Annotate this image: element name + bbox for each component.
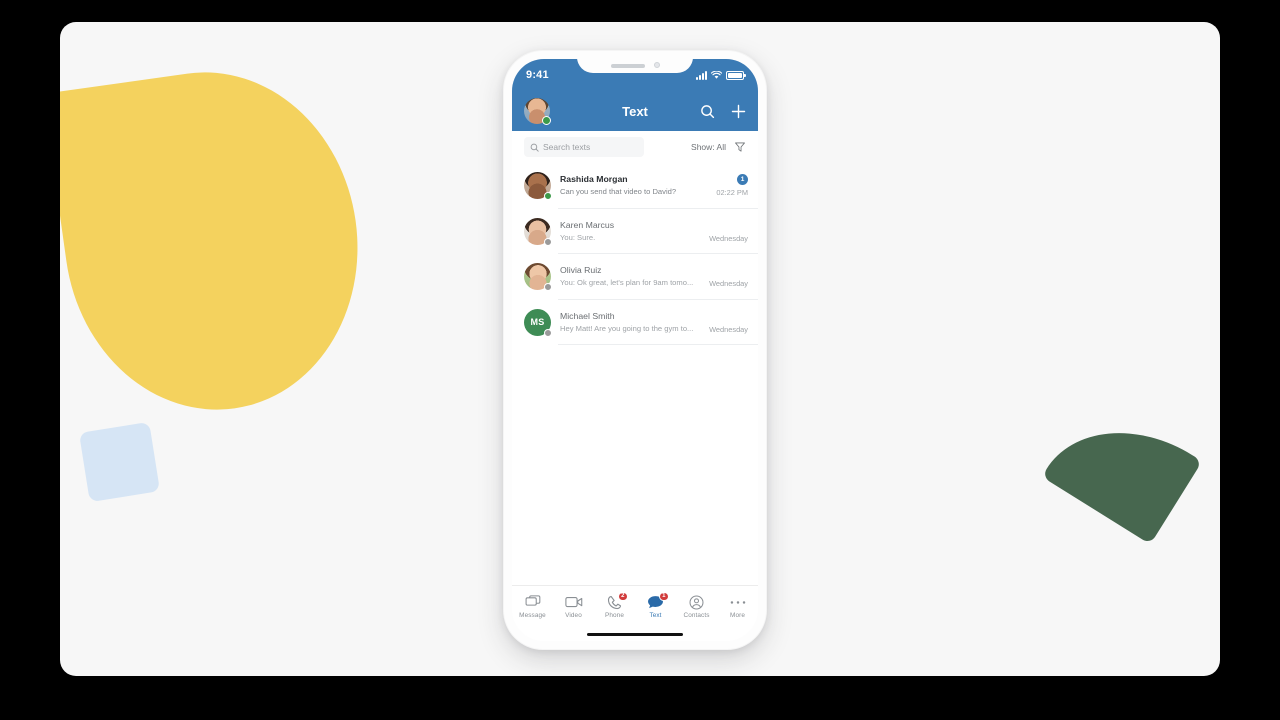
presence-indicator-offline [544,237,552,246]
timestamp: Wednesday [709,279,748,289]
message-preview: Can you send that video to David? [560,187,677,197]
search-icon [530,143,539,152]
timestamp: 02:22 PM [716,188,748,198]
conversation-meta: Wednesday [708,265,748,288]
presence-indicator-offline [544,283,552,292]
contact-name: Karen Marcus [560,219,615,230]
conversation-meta: 1 02:22 PM [708,174,748,197]
search-row: Search texts Show: All [512,131,758,163]
table-row[interactable]: Rashida Morgan Can you send that video t… [512,163,758,209]
search-icon[interactable] [700,104,715,119]
tab-label: Message [519,611,546,619]
tab-text[interactable]: 1 Text [635,586,676,627]
conversation-meta: Wednesday [708,220,748,243]
tab-message[interactable]: Message [512,586,553,627]
conversation-text: Michael Smith Hey Matt! Are you going to… [560,311,708,334]
tab-label: Phone [605,611,624,619]
table-row[interactable]: Karen Marcus You: Sure. Wednesday [512,209,758,255]
tab-label: Contacts [683,611,710,619]
tab-badge: 2 [618,591,628,601]
tab-label: More [730,611,745,619]
cellular-bars-icon [696,70,707,80]
header-actions [700,104,746,119]
phone-handset-icon: 2 [606,591,628,610]
conversation-list[interactable]: Rashida Morgan Can you send that video t… [512,163,758,585]
filter-icon[interactable] [734,141,746,153]
status-bar-time: 9:41 [526,69,549,81]
ellipsis-icon [729,595,747,610]
app-header: Text [512,91,758,131]
tab-badge: 1 [659,591,669,601]
search-placeholder-text: Search texts [543,142,591,152]
tab-label: Video [565,611,582,619]
timestamp: Wednesday [709,233,748,243]
contact-name: Rashida Morgan [560,174,628,185]
presence-indicator-online [544,192,552,201]
conversation-text: Rashida Morgan Can you send that video t… [560,174,708,197]
battery-full-icon [726,70,746,80]
timestamp: Wednesday [709,324,748,334]
tab-video[interactable]: Video [553,586,594,627]
phone-mockup: 9:41 Text Search texts Show: All Rashida… [503,50,767,650]
table-row[interactable]: MS Michael Smith Hey Matt! Are you going… [512,300,758,346]
table-row[interactable]: Olivia Ruiz You: Ok great, let's plan fo… [512,254,758,300]
search-input[interactable]: Search texts [524,137,644,157]
home-indicator [512,627,758,641]
header-user-avatar[interactable] [524,98,551,125]
tab-label: Text [649,611,662,619]
decorative-green-fan [1041,393,1203,545]
status-bar-icons [696,70,746,80]
message-preview: Hey Matt! Are you going to the gym to... [560,323,694,333]
tab-more[interactable]: More [717,586,758,627]
show-filter-label[interactable]: Show: All [691,142,726,152]
front-camera-icon [653,62,660,68]
message-preview: You: Ok great, let's plan for 9am tomo..… [560,278,694,288]
earpiece-speaker [610,64,645,68]
decorative-yellow-teardrop [60,53,380,429]
bottom-tab-bar: Message Video 2 Phone 1 Text Contacts Mo… [512,585,758,627]
chat-bubbles-icon [524,595,542,610]
screenshot-stage: 9:41 Text Search texts Show: All Rashida… [0,0,1280,720]
phone-notch [577,59,693,73]
phone-screen: 9:41 Text Search texts Show: All Rashida… [512,59,758,641]
tab-phone[interactable]: 2 Phone [594,586,635,627]
contact-name: Michael Smith [560,310,615,321]
conversation-text: Karen Marcus You: Sure. [560,220,708,243]
avatar [524,263,552,292]
presence-indicator-offline [544,328,552,337]
presentation-card: 9:41 Text Search texts Show: All Rashida… [60,22,1220,676]
avatar [524,217,552,246]
status-badge: 1 [737,174,748,186]
contact-name: Olivia Ruiz [560,265,602,276]
video-camera-icon [564,595,583,610]
plus-icon[interactable] [731,104,746,119]
avatar: MS [524,308,552,337]
message-preview: You: Sure. [560,232,596,242]
tab-contacts[interactable]: Contacts [676,586,717,627]
person-circle-icon [688,595,706,610]
conversation-meta: Wednesday [708,311,748,334]
conversation-text: Olivia Ruiz You: Ok great, let's plan fo… [560,265,708,288]
text-bubble-icon: 1 [647,591,669,610]
wifi-icon [711,70,722,79]
presence-indicator-online [542,116,551,125]
avatar [524,172,552,201]
decorative-blue-square [78,421,161,503]
status-bar: 9:41 [512,59,758,91]
